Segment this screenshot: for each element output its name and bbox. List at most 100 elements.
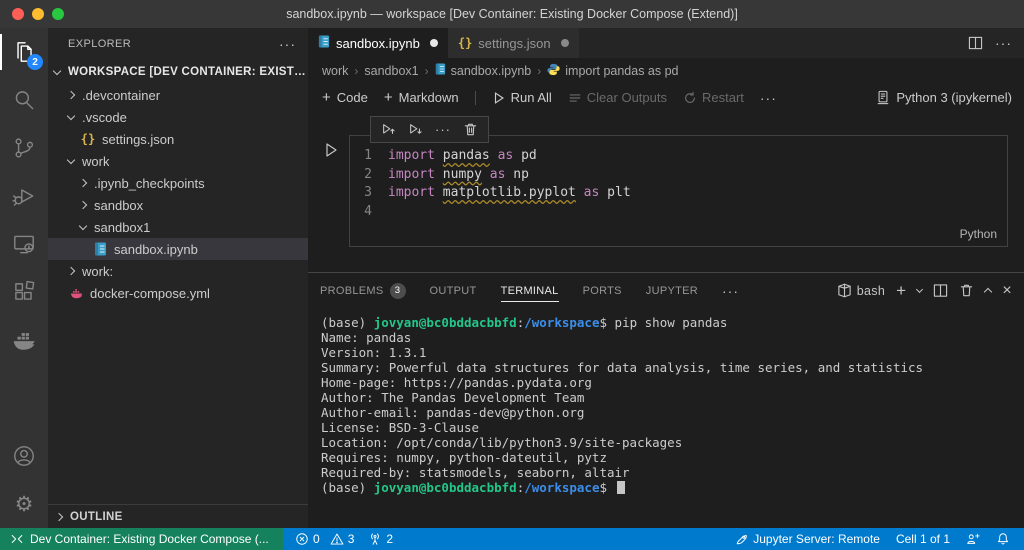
terminal-line: Home-page: https://pandas.pydata.org (321, 375, 592, 390)
modified-dot-icon[interactable] (560, 39, 569, 47)
terminal-line: Author-email: pandas-dev@python.org (321, 405, 585, 420)
tab-sandbox-ipynb[interactable]: sandbox.ipynb (308, 28, 448, 58)
tree-item-vscode[interactable]: .vscode (48, 106, 308, 128)
tree-item-ipynb-checkpoints[interactable]: .ipynb_checkpoints (48, 172, 308, 194)
terminal-dropdown-icon[interactable] (916, 285, 924, 294)
explorer-more-actions-icon[interactable]: ··· (279, 36, 296, 52)
restart-kernel-button[interactable]: Restart (683, 90, 744, 105)
terminal-prompt-line: (base) jovyan@bc0bddacbbfd:/workspace$ (321, 480, 1024, 495)
kernel-picker[interactable]: Python 3 (ipykernel) (876, 90, 1012, 105)
tab-output[interactable]: OUTPUT (430, 273, 477, 308)
python-icon (547, 63, 560, 79)
editor-more-actions-icon[interactable]: ··· (995, 35, 1012, 51)
tree-item-work[interactable]: work (48, 150, 308, 172)
maximize-panel-icon[interactable] (984, 287, 993, 297)
remote-indicator[interactable]: Dev Container: Existing Docker Compose (… (0, 528, 283, 550)
tree-item-settings-json[interactable]: {} settings.json (48, 128, 308, 150)
add-markdown-cell-button[interactable]: + Markdown (384, 89, 459, 106)
kill-terminal-icon[interactable] (959, 283, 974, 298)
kernel-icon (878, 90, 889, 105)
activity-docker[interactable] (0, 316, 48, 364)
add-code-cell-button[interactable]: + Code (322, 89, 368, 106)
tab-jupyter[interactable]: JUPYTER (646, 273, 698, 308)
chevron-down-icon (66, 111, 76, 120)
run-below-icon[interactable] (408, 122, 423, 137)
remote-explorer-icon (14, 235, 34, 254)
ports-status[interactable]: 2 (368, 532, 393, 546)
tab-problems[interactable]: PROBLEMS 3 (320, 273, 406, 308)
outline-section[interactable]: OUTLINE (48, 504, 308, 528)
jupyter-server-status[interactable]: Jupyter Server: Remote (735, 532, 880, 546)
bottom-panel: PROBLEMS 3 OUTPUT TERMINAL PORTS JUPYTER (308, 272, 1024, 528)
cell-indicator[interactable]: Cell 1 of 1 (896, 532, 950, 546)
problems-status[interactable]: 0 3 (295, 532, 354, 546)
tab-terminal[interactable]: TERMINAL (500, 273, 559, 308)
modified-dot-icon[interactable] (429, 39, 438, 47)
error-icon (296, 533, 308, 545)
chevron-right-icon (66, 266, 76, 276)
chevron-right-icon (78, 200, 88, 210)
tree-item-work-colon[interactable]: work: (48, 260, 308, 282)
editor-tab-bar: sandbox.ipynb {} settings.json ··· (308, 28, 1024, 58)
notebook-more-actions-icon[interactable]: ··· (760, 90, 777, 106)
tree-workspace-root[interactable]: WORKSPACE [DEV CONTAINER: EXISTIN... (48, 60, 308, 84)
notebook-icon (92, 242, 108, 256)
terminal-line: Location: /opt/conda/lib/python3.9/site-… (321, 435, 683, 450)
cell-editor[interactable]: 1 import pandas as pd 2 import numpy as … (350, 136, 1007, 221)
search-icon (15, 91, 34, 110)
breadcrumb-symbol[interactable]: import pandas as pd (547, 63, 679, 79)
tab-settings-json[interactable]: {} settings.json (447, 28, 580, 58)
chevron-right-icon (54, 512, 64, 521)
tree-item-sandbox[interactable]: sandbox (48, 194, 308, 216)
new-terminal-button[interactable]: + (896, 281, 906, 301)
run-all-button[interactable]: Run All (492, 90, 552, 105)
breadcrumb-sandbox1[interactable]: sandbox1 (364, 64, 418, 78)
tree-item-sandbox1[interactable]: sandbox1 (48, 216, 308, 238)
panel-more-tabs-icon[interactable]: ··· (722, 283, 739, 299)
split-editor-icon[interactable] (968, 36, 983, 50)
terminal-icon (838, 283, 851, 298)
run-cell-button[interactable] (322, 141, 340, 159)
explorer-badge: 2 (27, 54, 43, 70)
explorer-sidebar: EXPLORER ··· WORKSPACE [DEV CONTAINER: E… (48, 28, 308, 528)
clear-outputs-button[interactable]: Clear Outputs (568, 90, 667, 105)
shell-picker[interactable]: bash (837, 283, 885, 298)
docker-icon (13, 333, 35, 350)
activity-search[interactable] (0, 76, 48, 124)
terminal-line: License: BSD-3-Clause (321, 420, 480, 435)
activity-extensions[interactable] (0, 268, 48, 316)
json-icon: {} (457, 36, 473, 50)
cell-more-actions-icon[interactable]: ··· (435, 122, 451, 137)
activity-source-control[interactable] (0, 124, 48, 172)
activity-remote-explorer[interactable] (0, 220, 48, 268)
activity-settings[interactable]: ⚙ (0, 480, 48, 528)
minimize-window-button[interactable] (32, 8, 44, 20)
split-terminal-icon[interactable] (933, 283, 948, 298)
feedback-icon[interactable] (966, 532, 980, 546)
breadcrumb-file[interactable]: sandbox.ipynb (435, 63, 531, 78)
activity-explorer[interactable]: 2 (0, 28, 48, 76)
activity-run-debug[interactable] (0, 172, 48, 220)
zoom-window-button[interactable] (52, 8, 64, 20)
close-window-button[interactable] (12, 8, 24, 20)
close-panel-icon[interactable]: × (1002, 282, 1012, 300)
breadcrumb-work[interactable]: work (322, 64, 348, 78)
window-title: sandbox.ipynb — workspace [Dev Container… (286, 7, 738, 21)
tab-ports[interactable]: PORTS (583, 273, 622, 308)
remote-icon (11, 535, 23, 543)
terminal-line: Name: pandas (321, 330, 412, 345)
bell-icon[interactable] (996, 532, 1010, 546)
tree-item-devcontainer[interactable]: .devcontainer (48, 84, 308, 106)
run-above-icon[interactable] (381, 122, 396, 137)
terminal-cursor (616, 481, 625, 494)
delete-cell-icon[interactable] (463, 122, 478, 137)
tree-item-sandbox-ipynb[interactable]: sandbox.ipynb (48, 238, 308, 260)
cell-language-picker[interactable]: Python (960, 227, 997, 241)
terminal-line: Author: The Pandas Development Team (321, 390, 585, 405)
activity-accounts[interactable] (0, 432, 48, 480)
tree-item-docker-compose[interactable]: docker-compose.yml (48, 282, 308, 304)
code-line: 3 import matplotlib.pyplot as plt (364, 185, 631, 200)
code-cell[interactable]: ··· 1 import pandas as pd 2 import numpy… (349, 116, 1008, 247)
activity-bar: 2 ⚙ (0, 28, 48, 528)
terminal-output[interactable]: (base) jovyan@bc0bddacbbfd:/workspace$ p… (308, 308, 1024, 528)
